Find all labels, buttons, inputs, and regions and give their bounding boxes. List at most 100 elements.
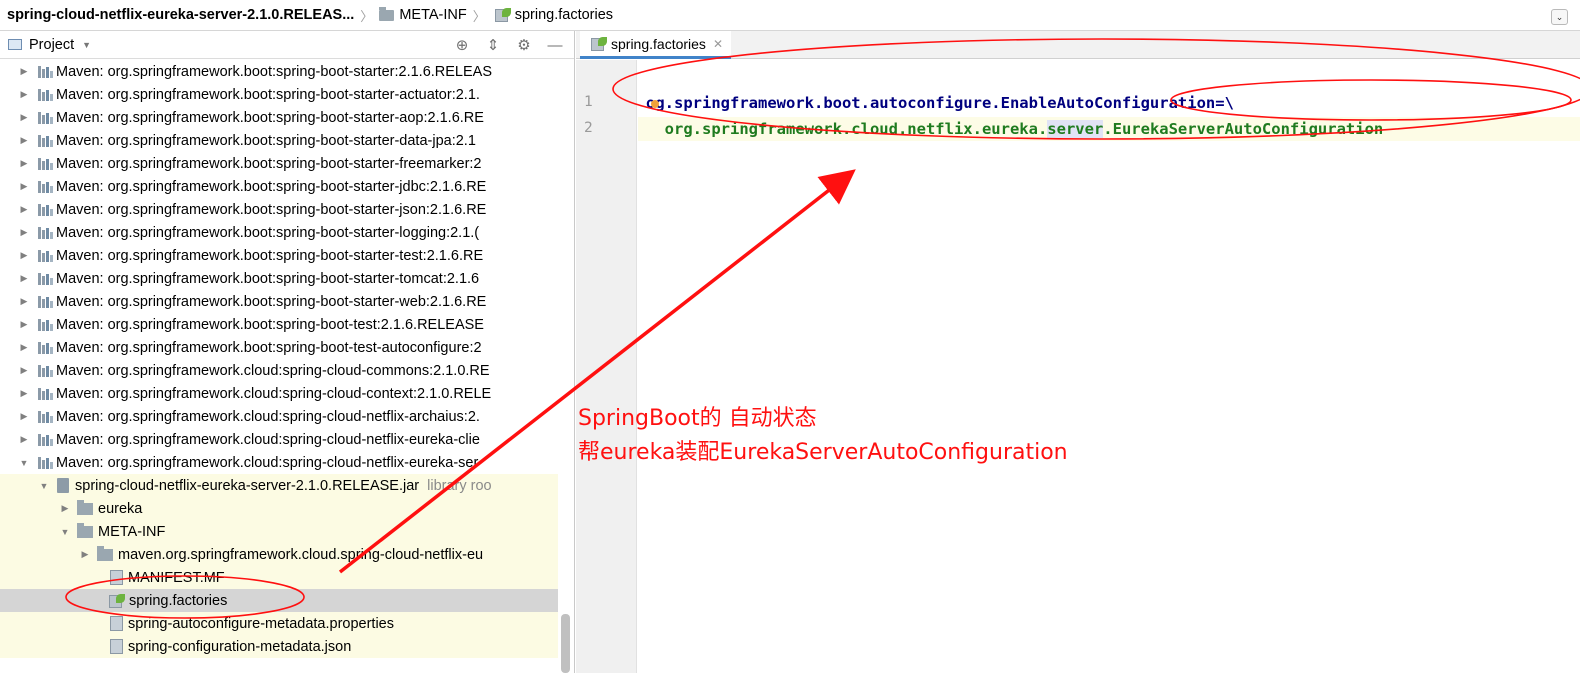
- tree-item[interactable]: ▶ Maven: org.springframework.boot:spring-…: [0, 198, 558, 221]
- tree-item-label: Maven: org.springframework.cloud:spring-…: [56, 454, 479, 471]
- collapse-arrow-icon[interactable]: ▶: [17, 296, 31, 307]
- collapse-icon[interactable]: ⇕: [484, 36, 502, 54]
- library-icon: [37, 295, 53, 308]
- tree-item[interactable]: ▶ Maven: org.springframework.boot:spring-…: [0, 152, 558, 175]
- jar-icon: [57, 478, 69, 493]
- close-icon[interactable]: ✕: [713, 37, 723, 51]
- collapse-arrow-icon[interactable]: ▶: [17, 388, 31, 399]
- code-token-highlight: server: [1047, 120, 1104, 138]
- spring-file-icon: [591, 36, 607, 51]
- tab-label: spring.factories: [611, 35, 706, 52]
- collapse-arrow-icon[interactable]: ▶: [17, 319, 31, 330]
- tree-item[interactable]: ▶ Maven: org.springframework.boot:spring-…: [0, 175, 558, 198]
- collapse-arrow-icon[interactable]: ▶: [17, 227, 31, 238]
- editor-tab-bar: spring.factories ✕: [576, 31, 1580, 59]
- tree-item[interactable]: ▼ META-INF: [0, 520, 558, 543]
- collapse-arrow-icon[interactable]: ▶: [17, 158, 31, 169]
- tree-item[interactable]: ▶ Maven: org.springframework.cloud:spring…: [0, 405, 558, 428]
- tree-item-label: Maven: org.springframework.boot:spring-b…: [56, 270, 480, 287]
- tree-item[interactable]: ▶ Maven: org.springframework.boot:spring-…: [0, 336, 558, 359]
- line-number: 1: [584, 94, 593, 110]
- tree-item[interactable]: spring-configuration-metadata.json: [0, 635, 558, 658]
- breadcrumb-root[interactable]: spring-cloud-netflix-eureka-server-2.1.0…: [7, 7, 354, 23]
- tree-item[interactable]: ▶ Maven: org.springframework.boot:spring-…: [0, 244, 558, 267]
- collapse-arrow-icon[interactable]: ▶: [17, 250, 31, 261]
- library-icon: [37, 318, 53, 331]
- tree-item[interactable]: ▶ Maven: org.springframework.boot:spring-…: [0, 290, 558, 313]
- collapse-arrow-icon[interactable]: ▶: [17, 112, 31, 123]
- expand-arrow-icon[interactable]: ▼: [37, 481, 51, 491]
- tree-item[interactable]: ▶ Maven: org.springframework.boot:spring-…: [0, 267, 558, 290]
- tree-item[interactable]: ▶ Maven: org.springframework.boot:spring-…: [0, 221, 558, 244]
- library-icon: [37, 433, 53, 446]
- collapse-arrow-icon[interactable]: ▶: [17, 365, 31, 376]
- library-icon: [37, 456, 53, 469]
- collapse-arrow-icon[interactable]: ▶: [58, 503, 72, 514]
- file-icon: [110, 616, 123, 631]
- breadcrumb-separator: 〉: [472, 8, 486, 24]
- tree-item-label: META-INF: [98, 523, 166, 540]
- tree-item[interactable]: ▶ Maven: org.springframework.boot:spring-…: [0, 83, 558, 106]
- tree-item-label: eureka: [98, 500, 143, 517]
- collapse-arrow-icon[interactable]: ▶: [17, 342, 31, 353]
- tree-item[interactable]: ▶ eureka: [0, 497, 558, 520]
- tree-item[interactable]: ▶ Maven: org.springframework.cloud:spring…: [0, 382, 558, 405]
- crosshair-icon[interactable]: ⊕: [453, 36, 471, 54]
- spring-file-icon: [494, 8, 511, 22]
- code-line-2: org.springframework.cloud.netflix.eureka…: [638, 117, 1580, 141]
- chevron-down-icon[interactable]: ▼: [82, 40, 91, 50]
- tree-item[interactable]: ▶ maven.org.springframework.cloud.spring-…: [0, 543, 558, 566]
- breadcrumb-file[interactable]: spring.factories: [492, 7, 613, 23]
- line-number-gutter: 1 2: [576, 60, 637, 673]
- tree-item[interactable]: ▶ Maven: org.springframework.cloud:spring…: [0, 359, 558, 382]
- library-icon: [37, 157, 53, 170]
- tab-spring-factories[interactable]: spring.factories ✕: [580, 31, 731, 59]
- project-panel: Project ▼ ⊕ ⇕ ⚙ — ▶ Maven: org.springfram…: [0, 31, 575, 673]
- collapse-arrow-icon[interactable]: ▶: [17, 66, 31, 77]
- breadcrumb-folder[interactable]: META-INF: [379, 6, 467, 23]
- collapse-arrow-icon[interactable]: ▶: [17, 204, 31, 215]
- project-view-selector[interactable]: Project: [29, 37, 74, 53]
- library-icon: [37, 180, 53, 193]
- tree-item-label: Maven: org.springframework.cloud:spring-…: [56, 408, 480, 425]
- code-line-1: og.springframework.boot.autoconfigure.En…: [638, 91, 1580, 115]
- tree-item[interactable]: ▶ Maven: org.springframework.cloud:spring…: [0, 428, 558, 451]
- collapse-arrow-icon[interactable]: ▶: [17, 181, 31, 192]
- tree-item[interactable]: ▶ Maven: org.springframework.boot:spring-…: [0, 129, 558, 152]
- tree-item[interactable]: ▼ Maven: org.springframework.cloud:spring…: [0, 451, 558, 474]
- code-editor[interactable]: og.springframework.boot.autoconfigure.En…: [638, 60, 1580, 673]
- library-icon: [37, 410, 53, 423]
- code-token-value: .EurekaServerAutoConfiguration: [1103, 120, 1384, 138]
- tree-item-label: Maven: org.springframework.boot:spring-b…: [56, 132, 476, 149]
- library-icon: [37, 387, 53, 400]
- tree-item[interactable]: ▼ spring-cloud-netflix-eureka-server-2.1.…: [0, 474, 558, 497]
- collapse-arrow-icon[interactable]: ▶: [17, 135, 31, 146]
- tree-item-label: Maven: org.springframework.boot:spring-b…: [56, 86, 480, 103]
- collapse-arrow-icon[interactable]: ▶: [17, 89, 31, 100]
- tree-item[interactable]: MANIFEST.MF: [0, 566, 558, 589]
- tree-item[interactable]: ▶ Maven: org.springframework.boot:spring-…: [0, 106, 558, 129]
- expand-arrow-icon[interactable]: ▼: [17, 458, 31, 468]
- tree-item[interactable]: spring.factories: [0, 589, 558, 612]
- collapse-arrow-icon[interactable]: ▶: [17, 434, 31, 445]
- editor-panel: spring.factories ✕ 1 2 og.springframewor…: [576, 31, 1580, 673]
- ide-window: spring-cloud-netflix-eureka-server-2.1.0…: [0, 0, 1580, 673]
- vertical-scrollbar[interactable]: [561, 614, 570, 673]
- expand-arrow-icon[interactable]: ▼: [58, 527, 72, 537]
- library-icon: [37, 111, 53, 124]
- collapse-arrow-icon[interactable]: ▶: [17, 411, 31, 422]
- code-token-value: org.springframework.cloud.netflix.eureka…: [664, 120, 1048, 138]
- chevron-down-icon[interactable]: ⌄: [1551, 9, 1568, 25]
- gear-icon[interactable]: ⚙: [515, 36, 533, 54]
- library-icon: [37, 341, 53, 354]
- tree-item[interactable]: spring-autoconfigure-metadata.properties: [0, 612, 558, 635]
- collapse-arrow-icon[interactable]: ▶: [17, 273, 31, 284]
- annotation-text-line-1: SpringBoot的 自动状态: [578, 406, 817, 431]
- minimize-icon[interactable]: —: [546, 37, 564, 54]
- collapse-arrow-icon[interactable]: ▶: [78, 549, 92, 560]
- project-view-icon: [8, 39, 22, 50]
- tree-item[interactable]: ▶ Maven: org.springframework.boot:spring-…: [0, 313, 558, 336]
- tree-item-label: MANIFEST.MF: [128, 569, 225, 586]
- tree-item[interactable]: ▶ Maven: org.springframework.boot:spring-…: [0, 60, 558, 83]
- line-number: 2: [584, 120, 593, 136]
